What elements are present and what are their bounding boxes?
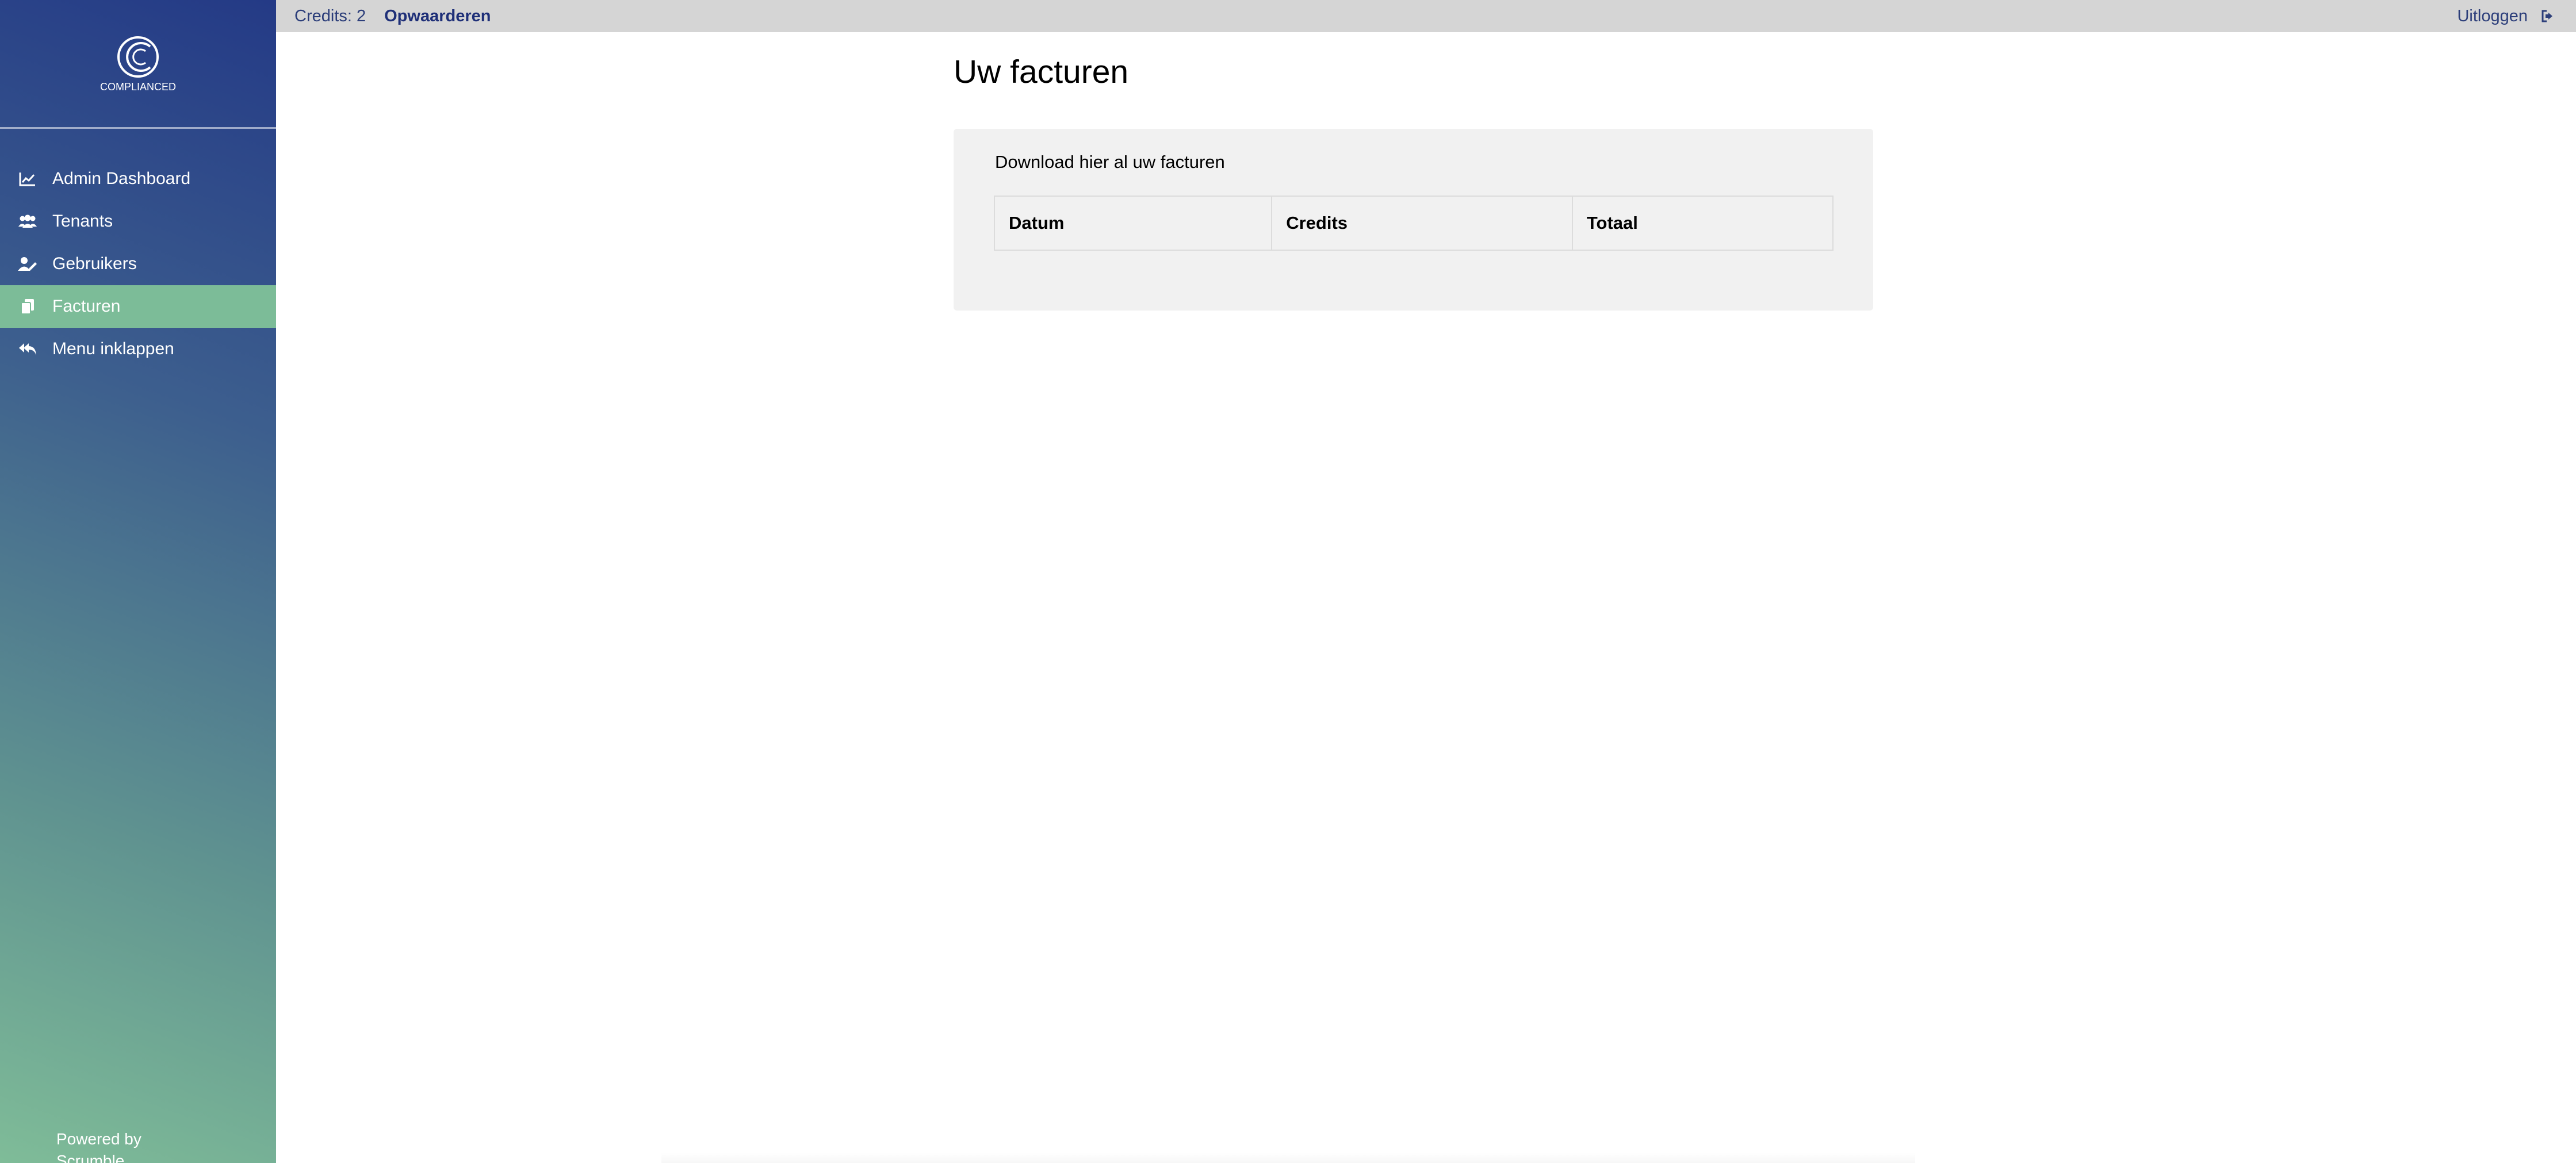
reply-all-icon — [17, 340, 38, 358]
powered-by: Powered by Scrumble — [56, 1128, 141, 1172]
chart-line-icon — [17, 170, 38, 187]
sidebar-item-gebruikers[interactable]: Gebruikers — [0, 243, 276, 285]
invoices-table: Datum Credits Totaal — [993, 196, 1834, 251]
sign-out-icon — [2541, 10, 2552, 22]
column-header-totaal: Totaal — [1571, 196, 1834, 251]
sidebar-item-label: Gebruikers — [52, 254, 137, 273]
logo-mark-icon — [117, 36, 159, 78]
powered-by-text: Powered by — [56, 1130, 141, 1148]
users-icon — [17, 213, 38, 230]
footer-shadow — [661, 1152, 1915, 1163]
sidebar-item-label: Menu inklappen — [52, 339, 174, 358]
copy-icon — [17, 298, 38, 315]
card-description: Download hier al uw facturen — [995, 152, 1225, 172]
page-title: Uw facturen — [954, 53, 1129, 90]
sidebar-item-menu-inklappen[interactable]: Menu inklappen — [0, 328, 276, 370]
sidebar-item-facturen[interactable]: Facturen — [0, 285, 276, 328]
sidebar: COMPLIANCED Admin Dashboard Tenants Gebr… — [0, 0, 276, 1170]
logo-text: COMPLIANCED — [99, 81, 177, 93]
logout-button[interactable]: Uitloggen — [2457, 7, 2556, 26]
table-header-row: Datum Credits Totaal — [993, 196, 1834, 251]
top-bar: Credits: 2 Opwaarderen Uitloggen — [276, 0, 2576, 32]
user-edit-icon — [17, 255, 38, 273]
invoices-card: Download hier al uw facturen Datum Credi… — [954, 129, 1873, 311]
sidebar-item-label: Tenants — [52, 212, 113, 231]
logo[interactable]: COMPLIANCED — [0, 0, 276, 129]
upgrade-link[interactable]: Opwaarderen — [384, 7, 491, 26]
sidebar-nav: Admin Dashboard Tenants Gebruikers Factu… — [0, 129, 276, 370]
column-header-credits: Credits — [1271, 196, 1573, 251]
logout-label: Uitloggen — [2457, 6, 2528, 25]
column-header-datum: Datum — [993, 196, 1273, 251]
sidebar-item-tenants[interactable]: Tenants — [0, 200, 276, 243]
sidebar-item-label: Facturen — [52, 297, 121, 316]
sidebar-item-label: Admin Dashboard — [52, 169, 191, 188]
credits-count: Credits: 2 — [294, 6, 366, 25]
powered-by-link[interactable]: Scrumble — [56, 1150, 141, 1172]
sidebar-item-admin-dashboard[interactable]: Admin Dashboard — [0, 158, 276, 200]
